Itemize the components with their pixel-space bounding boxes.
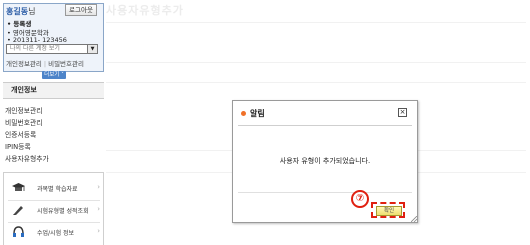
user-name-suffix: 님: [28, 7, 36, 16]
background-divider: [106, 22, 526, 23]
confirm-button[interactable]: 확인: [376, 206, 402, 216]
background-divider: [106, 82, 526, 83]
link-separator: |: [43, 60, 47, 68]
user-student-id: • 201311- 123456: [7, 36, 67, 44]
dialog-title: 알림: [250, 109, 265, 118]
user-name: 홍길동님: [6, 6, 35, 17]
quick-item-study-materials[interactable]: 과목별 학습자료 ›: [12, 181, 100, 197]
quick-item-label: 과목별 학습자료: [37, 186, 78, 193]
account-links: 개인정보관리 | 비밀번호관리: [6, 58, 84, 68]
chevron-down-icon: ˅: [59, 72, 64, 78]
dialog-message: 사용자 유형이 추가되었습니다.: [279, 157, 371, 165]
chevron-right-icon: ›: [97, 227, 100, 235]
dialog-footer-divider: [238, 192, 412, 193]
sidebar-item-add-user-type[interactable]: 사용자유형추가: [5, 153, 103, 163]
quick-item-class-exam-info[interactable]: 수업/시험 정보 ›: [12, 225, 100, 241]
account-switch-placeholder: 나의 다른 계정 보기: [10, 45, 60, 52]
sidebar-item-profile[interactable]: 개인정보관리: [5, 105, 103, 115]
account-switch-select[interactable]: 나의 다른 계정 보기 ▼: [6, 44, 98, 54]
profile-link[interactable]: 개인정보관리: [6, 60, 42, 68]
sidebar-item-certificate[interactable]: 인증서등록: [5, 129, 103, 139]
quick-menu-divider: [8, 222, 100, 223]
graduation-cap-icon: [12, 183, 25, 191]
user-student-id-text: 201311- 123456: [12, 36, 67, 44]
quick-item-label: 수업/시험 정보: [37, 230, 75, 237]
sidebar-item-password[interactable]: 비밀번호관리: [5, 117, 103, 127]
quick-item-label: 시험유형별 성적조회: [37, 208, 89, 215]
bullet-dot-icon: [241, 111, 246, 116]
password-link[interactable]: 비밀번호관리: [48, 60, 84, 68]
page-title-background: 사용자유형추가: [106, 4, 184, 17]
quick-menu-divider: [8, 200, 100, 201]
dropdown-arrow-icon: ▼: [87, 45, 97, 53]
chevron-right-icon: ›: [97, 205, 100, 213]
chevron-right-icon: ›: [97, 183, 100, 191]
dialog-header-divider: [238, 125, 412, 126]
headset-icon: [13, 226, 24, 237]
step-marker-badge: ⑦: [351, 190, 369, 208]
expand-label: 더보기: [44, 72, 60, 78]
quick-menu-panel: 과목별 학습자료 › 시험유형별 성적조회 › 수업/시험 정보 ›: [3, 172, 104, 245]
quick-item-exam-grades[interactable]: 시험유형별 성적조회 ›: [12, 203, 100, 219]
expand-button[interactable]: 더보기 ˅: [42, 71, 66, 79]
pen-icon: [13, 206, 23, 215]
background-divider: [106, 62, 526, 63]
sidebar-item-ipin[interactable]: IPIN등록: [5, 141, 103, 151]
confirm-button-highlight: 확인: [371, 202, 405, 218]
alert-dialog: 알림 × 사용자 유형이 추가되었습니다. ⑦ 확인: [232, 100, 418, 223]
resize-grip-icon[interactable]: [411, 216, 417, 222]
sidebar-section-title: 개인정보: [3, 82, 104, 99]
user-name-text: 홍길동: [6, 7, 29, 16]
logout-button[interactable]: 로그아웃: [65, 4, 97, 16]
close-icon[interactable]: ×: [398, 108, 407, 117]
